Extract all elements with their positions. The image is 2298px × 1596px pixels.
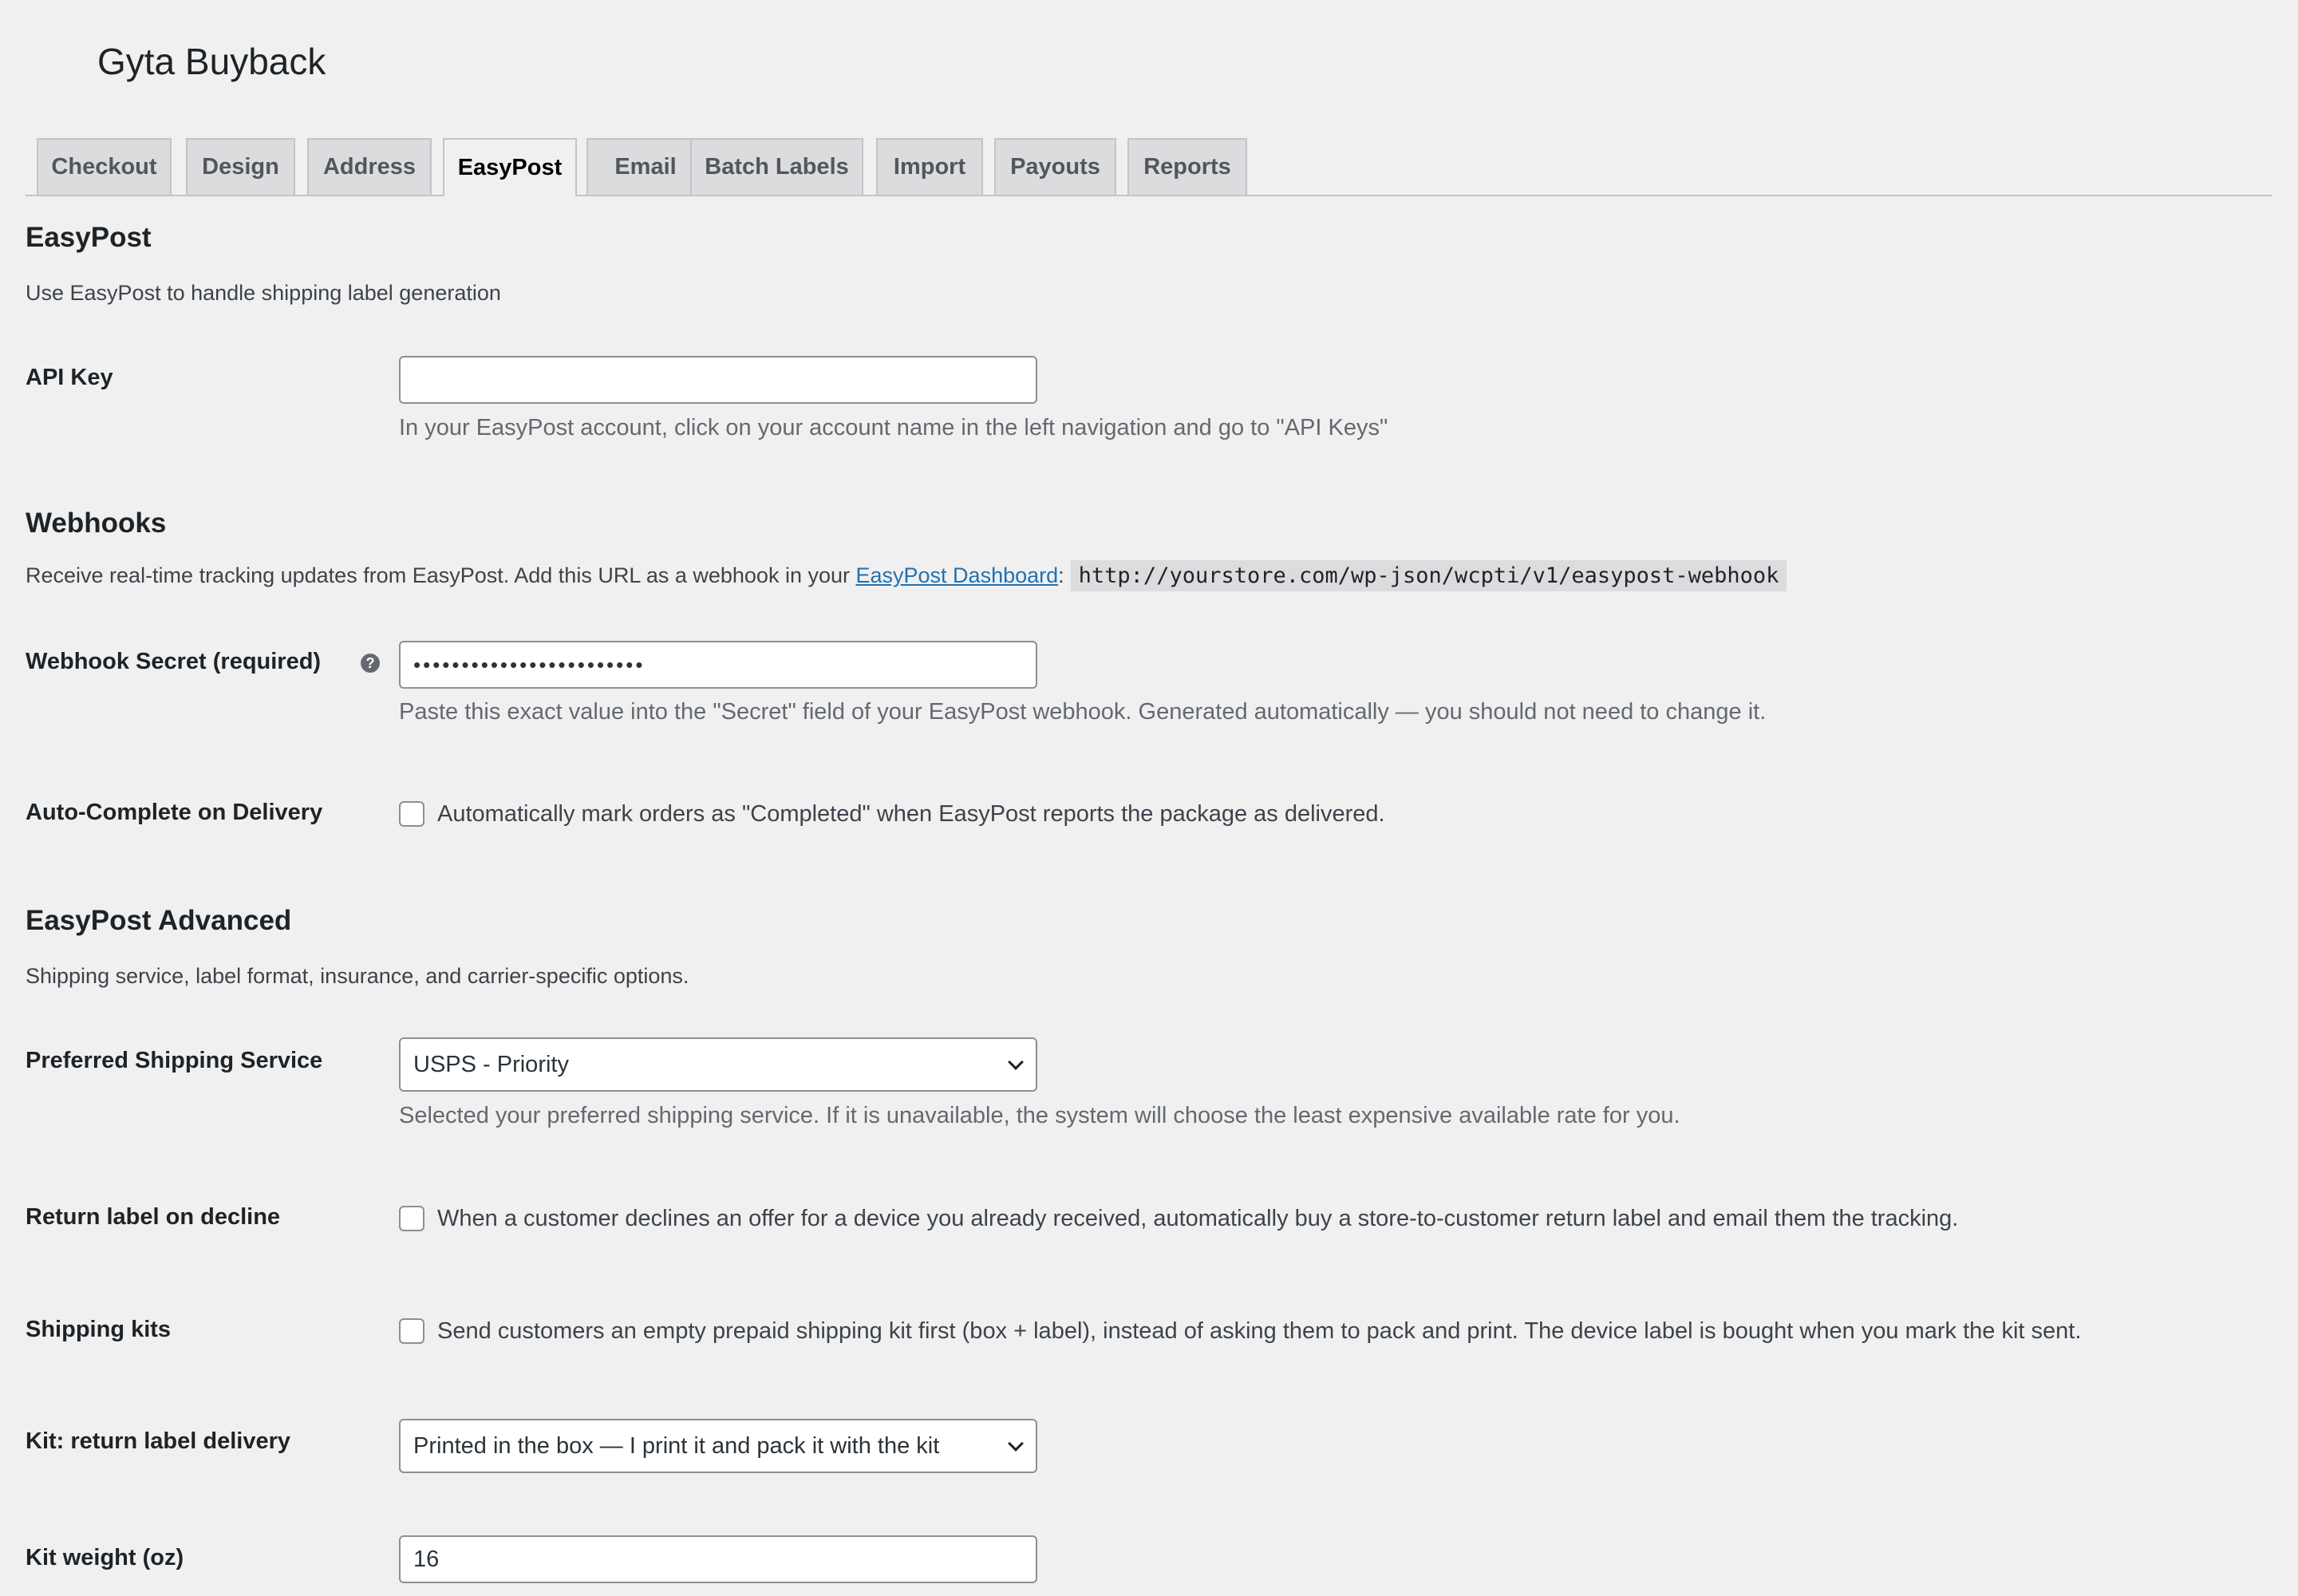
kit-weight-input[interactable] [399,1535,1037,1583]
return-label-label: Return label on decline [26,1204,281,1230]
webhooks-description-text: Receive real-time tracking updates from … [26,563,856,587]
tab-import[interactable]: Import [876,138,983,195]
settings-page: Gyta Buyback Checkout Design Address Eas… [0,0,2298,1596]
preferred-service-help: Selected your preferred shipping service… [399,1103,1680,1128]
webhooks-colon: : [1058,563,1064,587]
question-icon[interactable]: ? [361,654,380,673]
advanced-section-description: Shipping service, label format, insuranc… [26,964,689,988]
preferred-service-value: USPS - Priority [413,1051,569,1077]
api-key-label: API Key [26,365,113,390]
api-key-input[interactable] [399,356,1037,404]
advanced-section-title: EasyPost Advanced [26,905,292,936]
preferred-service-select[interactable]: USPS - Priority [399,1037,1037,1092]
preferred-service-label: Preferred Shipping Service [26,1048,323,1073]
webhooks-section-description: Receive real-time tracking updates from … [26,560,1787,591]
tab-reports[interactable]: Reports [1127,138,1247,195]
tab-easypost[interactable]: EasyPost [443,138,577,196]
tab-batch-labels[interactable]: Batch Labels [690,138,863,195]
webhook-secret-help: Paste this exact value into the "Secret"… [399,699,1767,725]
tab-address[interactable]: Address [307,138,432,195]
return-label-text: When a customer declines an offer for a … [437,1206,1959,1231]
easypost-dashboard-link[interactable]: EasyPost Dashboard [856,563,1059,587]
kit-weight-label: Kit weight (oz) [26,1545,184,1570]
shipping-kits-text: Send customers an empty prepaid shipping… [437,1318,2082,1344]
webhook-secret-label: Webhook Secret (required) [26,649,322,674]
auto-complete-checkbox[interactable] [399,801,424,827]
webhook-secret-input[interactable] [399,641,1037,689]
webhooks-section-title: Webhooks [26,508,167,539]
webhook-url: http://yourstore.com/wp-json/wcpti/v1/ea… [1070,560,1787,591]
tab-checkout[interactable]: Checkout [37,138,172,195]
tab-payouts[interactable]: Payouts [994,138,1116,195]
chevron-down-icon [1008,1436,1024,1452]
return-label-checkbox[interactable] [399,1206,424,1231]
settings-tabs: Checkout Design Address EasyPost Email B… [26,138,2272,196]
auto-complete-label: Auto-Complete on Delivery [26,800,323,825]
easypost-section-description: Use EasyPost to handle shipping label ge… [26,281,501,305]
kit-return-delivery-select[interactable]: Printed in the box — I print it and pack… [399,1419,1037,1473]
auto-complete-text: Automatically mark orders as "Completed"… [437,801,1385,827]
kit-return-delivery-label: Kit: return label delivery [26,1428,290,1454]
kit-return-delivery-value: Printed in the box — I print it and pack… [413,1432,940,1459]
easypost-section-title: EasyPost [26,222,152,253]
tab-email[interactable]: Email [586,138,705,195]
page-title: Gyta Buyback [97,41,326,82]
shipping-kits-label: Shipping kits [26,1317,172,1342]
api-key-help: In your EasyPost account, click on your … [399,415,1388,440]
shipping-kits-checkbox[interactable] [399,1318,424,1344]
tab-design[interactable]: Design [186,138,295,195]
chevron-down-icon [1008,1054,1024,1070]
